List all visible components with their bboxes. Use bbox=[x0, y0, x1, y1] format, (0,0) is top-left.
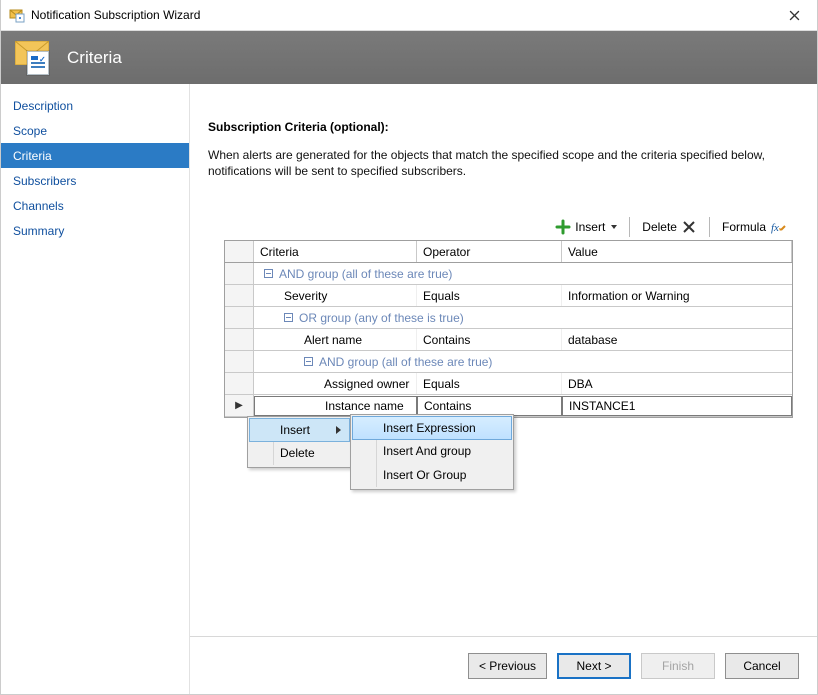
close-button[interactable] bbox=[772, 0, 817, 30]
banner-icon: ✓ bbox=[15, 41, 55, 75]
toolbar-separator bbox=[709, 217, 710, 237]
main-panel: Subscription Criteria (optional): When a… bbox=[190, 84, 817, 694]
context-submenu: Insert Expression Insert And group Inser… bbox=[350, 414, 514, 490]
sidebar: Description Scope Criteria Subscribers C… bbox=[1, 84, 190, 694]
context-item-label: Insert And group bbox=[383, 444, 471, 458]
cancel-button[interactable]: Cancel bbox=[725, 653, 799, 679]
cell-operator[interactable]: Contains bbox=[417, 329, 562, 350]
sidebar-item-subscribers[interactable]: Subscribers bbox=[1, 168, 189, 193]
cell-operator[interactable]: Equals bbox=[417, 285, 562, 306]
row-marker bbox=[225, 351, 254, 372]
row-marker bbox=[225, 285, 254, 306]
grid-header-operator[interactable]: Operator bbox=[417, 241, 562, 262]
finish-button: Finish bbox=[641, 653, 715, 679]
context-item-insert-expression[interactable]: Insert Expression bbox=[352, 416, 512, 440]
context-item-label: Insert bbox=[280, 423, 310, 437]
app-icon bbox=[9, 7, 25, 23]
toolbar-formula[interactable]: Formula fx bbox=[715, 216, 793, 238]
group-row[interactable]: AND group (all of these are true) bbox=[225, 263, 792, 285]
cell-value[interactable]: INSTANCE1 bbox=[562, 396, 792, 416]
banner-title: Criteria bbox=[67, 48, 122, 68]
grid-header: Criteria Operator Value bbox=[225, 241, 792, 263]
cell-value[interactable]: DBA bbox=[562, 373, 792, 394]
toolbar-insert[interactable]: Insert bbox=[548, 216, 624, 238]
cell-criteria[interactable]: Instance name bbox=[254, 396, 417, 416]
body-area: Description Scope Criteria Subscribers C… bbox=[1, 84, 817, 694]
row-marker bbox=[225, 263, 254, 284]
collapse-icon[interactable] bbox=[264, 269, 273, 278]
titlebar: Notification Subscription Wizard bbox=[1, 0, 817, 31]
current-row-indicator-icon: ▶ bbox=[235, 400, 243, 411]
banner: ✓ Criteria bbox=[1, 31, 817, 84]
plus-icon bbox=[555, 219, 571, 235]
collapse-icon[interactable] bbox=[304, 357, 313, 366]
context-item-label: Insert Expression bbox=[383, 421, 476, 435]
context-item-insert-or-group[interactable]: Insert Or Group bbox=[353, 463, 511, 487]
section-description: When alerts are generated for the object… bbox=[208, 147, 793, 179]
toolbar-delete[interactable]: Delete bbox=[635, 216, 704, 238]
submenu-arrow-icon bbox=[336, 426, 341, 434]
previous-button[interactable]: < Previous bbox=[468, 653, 547, 679]
group-row[interactable]: AND group (all of these are true) bbox=[225, 351, 792, 373]
collapse-icon[interactable] bbox=[284, 313, 293, 322]
group-label: AND group (all of these are true) bbox=[319, 355, 492, 369]
criteria-grid[interactable]: Criteria Operator Value AND group (all o… bbox=[224, 240, 793, 418]
cell-criteria[interactable]: Severity bbox=[254, 285, 417, 306]
grid-header-criteria[interactable]: Criteria bbox=[254, 241, 417, 262]
cell-criteria[interactable]: Alert name bbox=[254, 329, 417, 350]
row-marker bbox=[225, 329, 254, 350]
cell-operator[interactable]: Contains bbox=[417, 396, 562, 416]
sidebar-item-scope[interactable]: Scope bbox=[1, 118, 189, 143]
group-row[interactable]: OR group (any of these is true) bbox=[225, 307, 792, 329]
formula-icon: fx bbox=[770, 219, 786, 235]
context-item-insert[interactable]: Insert bbox=[249, 418, 350, 442]
row-marker bbox=[225, 307, 254, 328]
window-title: Notification Subscription Wizard bbox=[31, 8, 200, 22]
cell-criteria[interactable]: Assigned owner bbox=[254, 373, 417, 394]
sidebar-item-criteria[interactable]: Criteria bbox=[1, 143, 189, 168]
sidebar-item-channels[interactable]: Channels bbox=[1, 193, 189, 218]
table-row[interactable]: Severity Equals Information or Warning bbox=[225, 285, 792, 307]
svg-text:fx: fx bbox=[771, 222, 779, 234]
group-label: AND group (all of these are true) bbox=[279, 267, 452, 281]
row-marker bbox=[225, 373, 254, 394]
cell-value[interactable]: database bbox=[562, 329, 792, 350]
cell-operator[interactable]: Equals bbox=[417, 373, 562, 394]
row-marker: ▶ bbox=[225, 395, 254, 416]
context-menu: Insert Delete bbox=[247, 416, 352, 468]
table-row[interactable]: Assigned owner Equals DBA bbox=[225, 373, 792, 395]
context-item-label: Delete bbox=[280, 446, 315, 460]
table-row[interactable]: Alert name Contains database bbox=[225, 329, 792, 351]
context-item-delete[interactable]: Delete bbox=[250, 441, 349, 465]
toolbar-separator bbox=[629, 217, 630, 237]
delete-x-icon bbox=[681, 219, 697, 235]
toolbar-insert-label: Insert bbox=[575, 220, 605, 234]
context-item-insert-and-group[interactable]: Insert And group bbox=[353, 439, 511, 463]
cell-value[interactable]: Information or Warning bbox=[562, 285, 792, 306]
toolbar-formula-label: Formula bbox=[722, 220, 766, 234]
toolbar-delete-label: Delete bbox=[642, 220, 677, 234]
footer: < Previous Next > Finish Cancel bbox=[190, 636, 817, 694]
grid-toolbar: Insert Delete Formula fx bbox=[548, 216, 793, 238]
sidebar-item-description[interactable]: Description bbox=[1, 93, 189, 118]
grid-header-value[interactable]: Value bbox=[562, 241, 792, 262]
group-label: OR group (any of these is true) bbox=[299, 311, 464, 325]
sidebar-item-summary[interactable]: Summary bbox=[1, 218, 189, 243]
grid-header-marker bbox=[225, 241, 254, 262]
context-item-label: Insert Or Group bbox=[383, 468, 466, 482]
next-button[interactable]: Next > bbox=[557, 653, 631, 679]
section-title: Subscription Criteria (optional): bbox=[208, 120, 389, 134]
